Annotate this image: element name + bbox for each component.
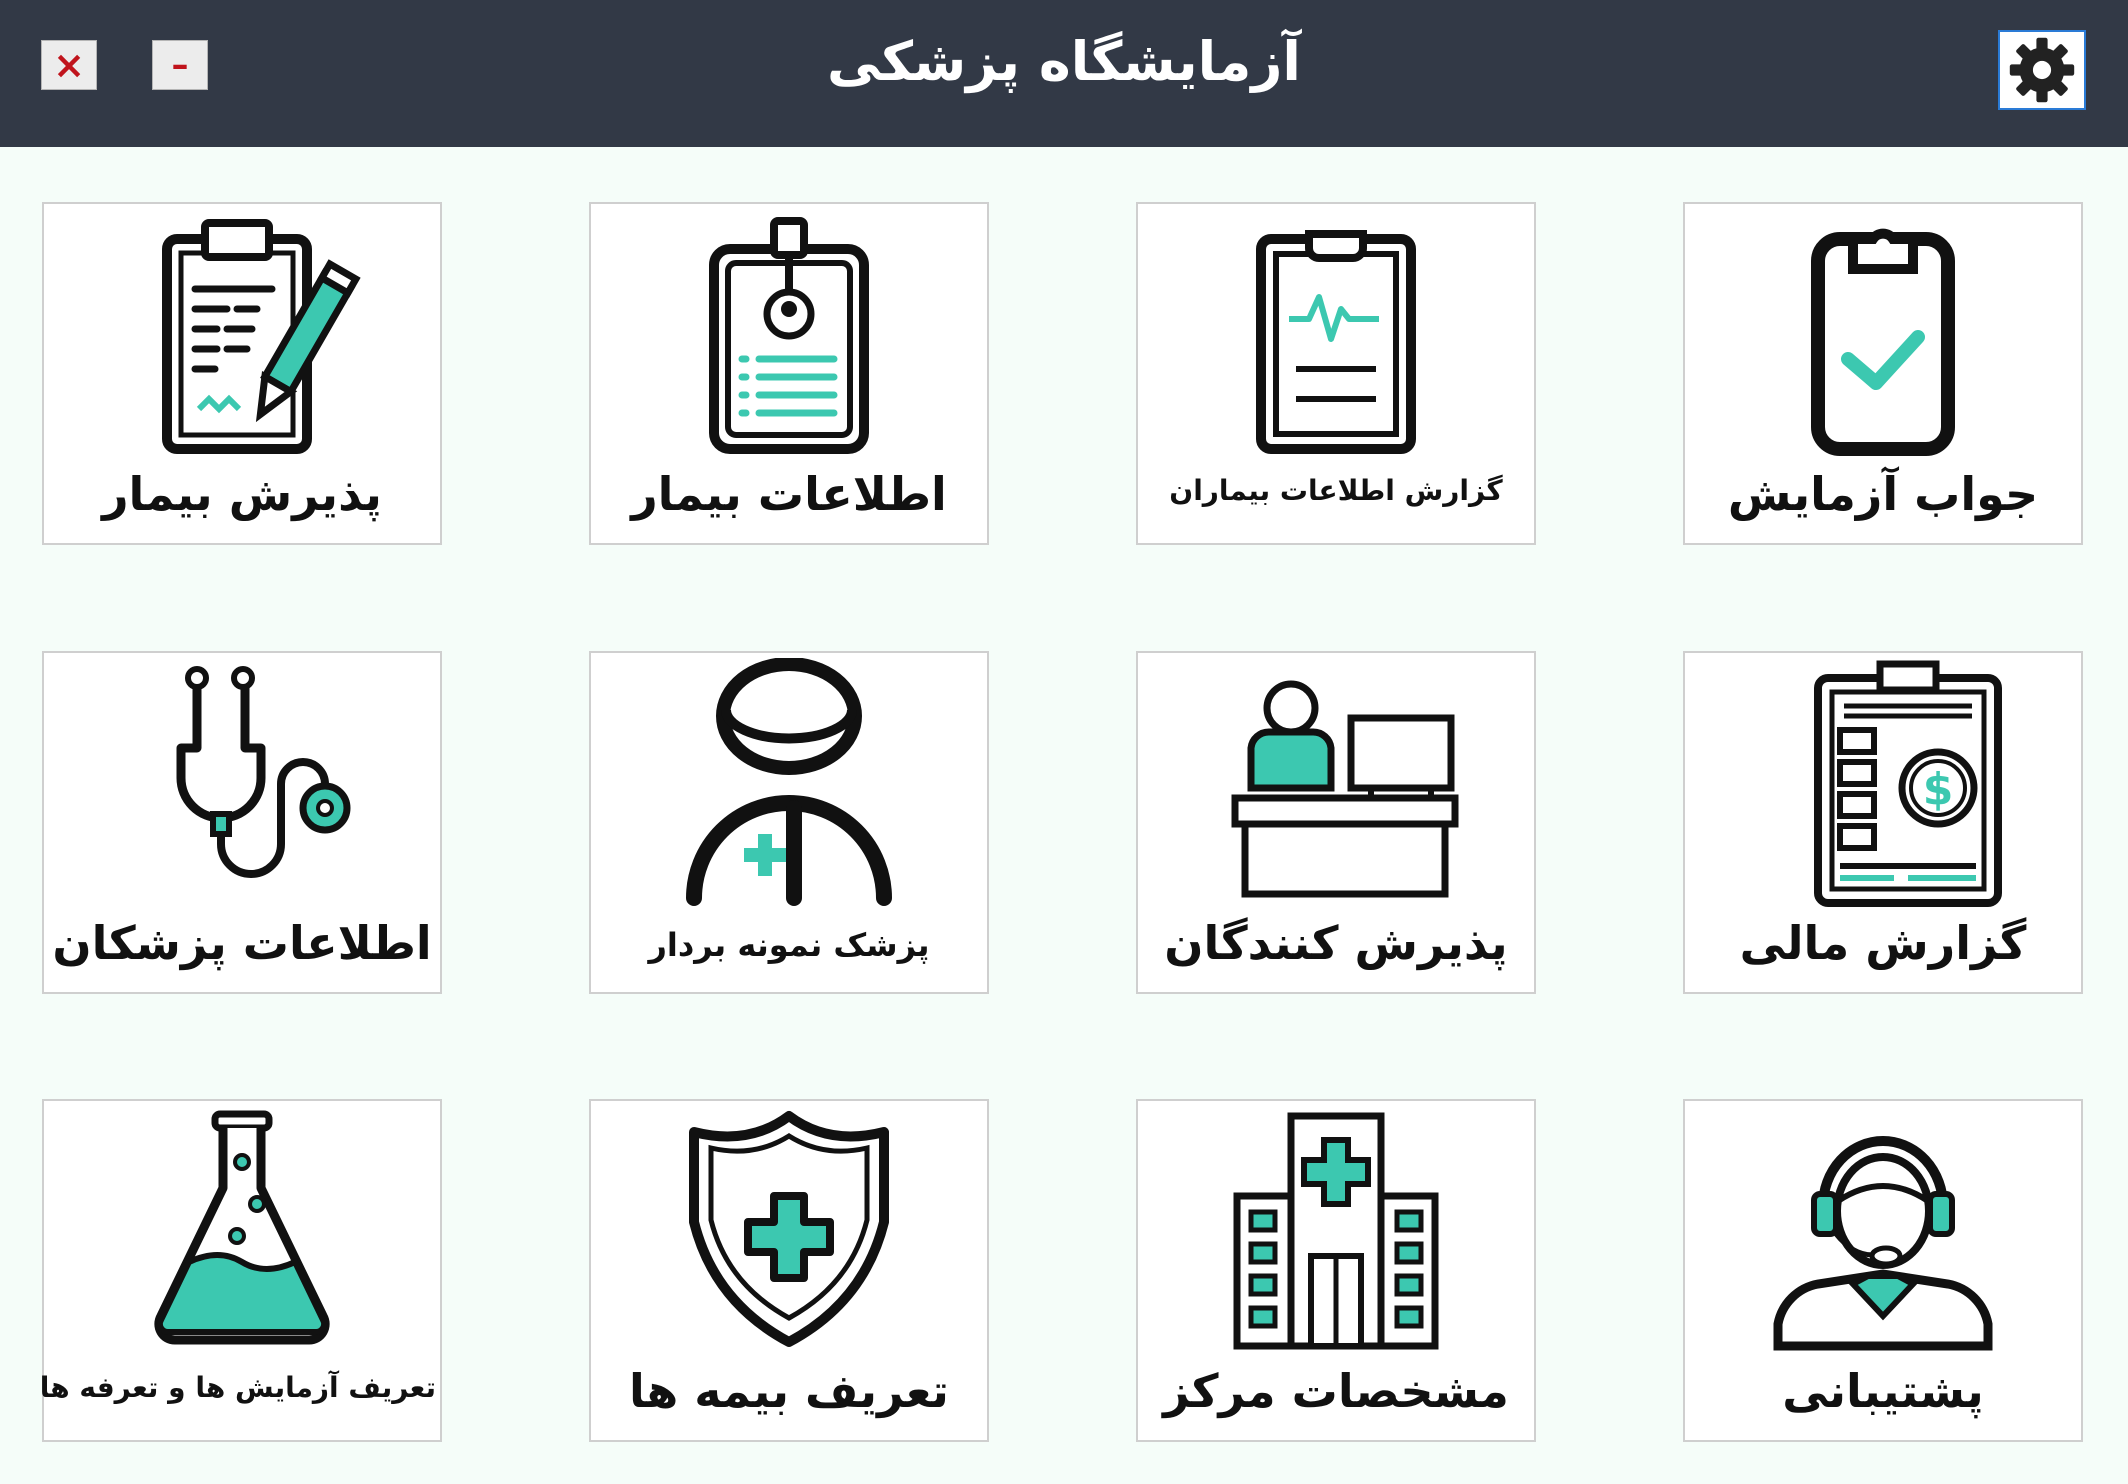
tile-label: تعریف بیمه ها: [629, 1364, 949, 1418]
hospital-building-icon: [1233, 1112, 1439, 1349]
tile-label: جواب آزمایش: [1727, 467, 2039, 521]
tile-label: پذیرش کنندگان: [1164, 916, 1508, 970]
tile-label: گزارش اطلاعات بیماران: [1169, 474, 1503, 507]
title-bar: × – آزمایشگاه پزشکی: [0, 0, 2128, 147]
settings-button[interactable]: [1998, 30, 2086, 110]
tile-patients-report[interactable]: گزارش اطلاعات بیماران: [1136, 202, 1536, 545]
clipboard-pen-icon: [162, 218, 361, 454]
svg-text:$: $: [1923, 764, 1954, 815]
financial-report-icon: $: [1814, 660, 2002, 907]
gear-icon: [2009, 37, 2075, 103]
reception-desk-icon: [1231, 680, 1459, 897]
insurance-shield-icon: [689, 1110, 889, 1347]
tile-test-results[interactable]: جواب آزمایش: [1683, 202, 2083, 545]
tile-support[interactable]: پشتیبانی: [1683, 1099, 2083, 1442]
tile-label: گزارش مالی: [1739, 916, 2027, 970]
lab-flask-icon: [154, 1110, 330, 1345]
tile-label: پزشک نمونه بردار: [648, 926, 930, 964]
tile-doctors-info[interactable]: اطلاعات پزشکان: [42, 651, 442, 994]
tile-label: اطلاعات بیمار: [631, 467, 947, 521]
patient-id-badge-icon: [709, 216, 869, 454]
tile-label: پذیرش بیمار: [102, 467, 382, 521]
clipboard-check-icon: [1811, 228, 1955, 456]
tile-patient-info[interactable]: اطلاعات بیمار: [589, 202, 989, 545]
tile-patient-admission[interactable]: پذیرش بیمار: [42, 202, 442, 545]
tile-center-details[interactable]: مشخصات مرکز: [1136, 1099, 1536, 1442]
tile-insurance-definition[interactable]: تعریف بیمه ها: [589, 1099, 989, 1442]
tile-label: پشتیبانی: [1782, 1364, 1984, 1418]
tile-label: مشخصات مرکز: [1163, 1364, 1509, 1418]
stethoscope-icon: [176, 665, 351, 878]
support-agent-icon: [1773, 1135, 1993, 1350]
tile-label: اطلاعات پزشکان: [52, 916, 432, 970]
clipboard-heartbeat-icon: [1256, 229, 1416, 454]
tile-label: تعریف آزمایش ها و تعرفه ها: [39, 1371, 436, 1404]
tile-tests-and-tariffs[interactable]: تعریف آزمایش ها و تعرفه ها: [39, 1099, 442, 1442]
doctor-icon: [686, 657, 892, 906]
tile-sampling-doctor[interactable]: پزشک نمونه بردار: [589, 651, 989, 994]
window-title: آزمایشگاه پزشکی: [827, 30, 1301, 93]
tile-financial-report[interactable]: $ گزارش مالی: [1683, 651, 2083, 994]
tile-receptionists[interactable]: پذیرش کنندگان: [1136, 651, 1536, 994]
